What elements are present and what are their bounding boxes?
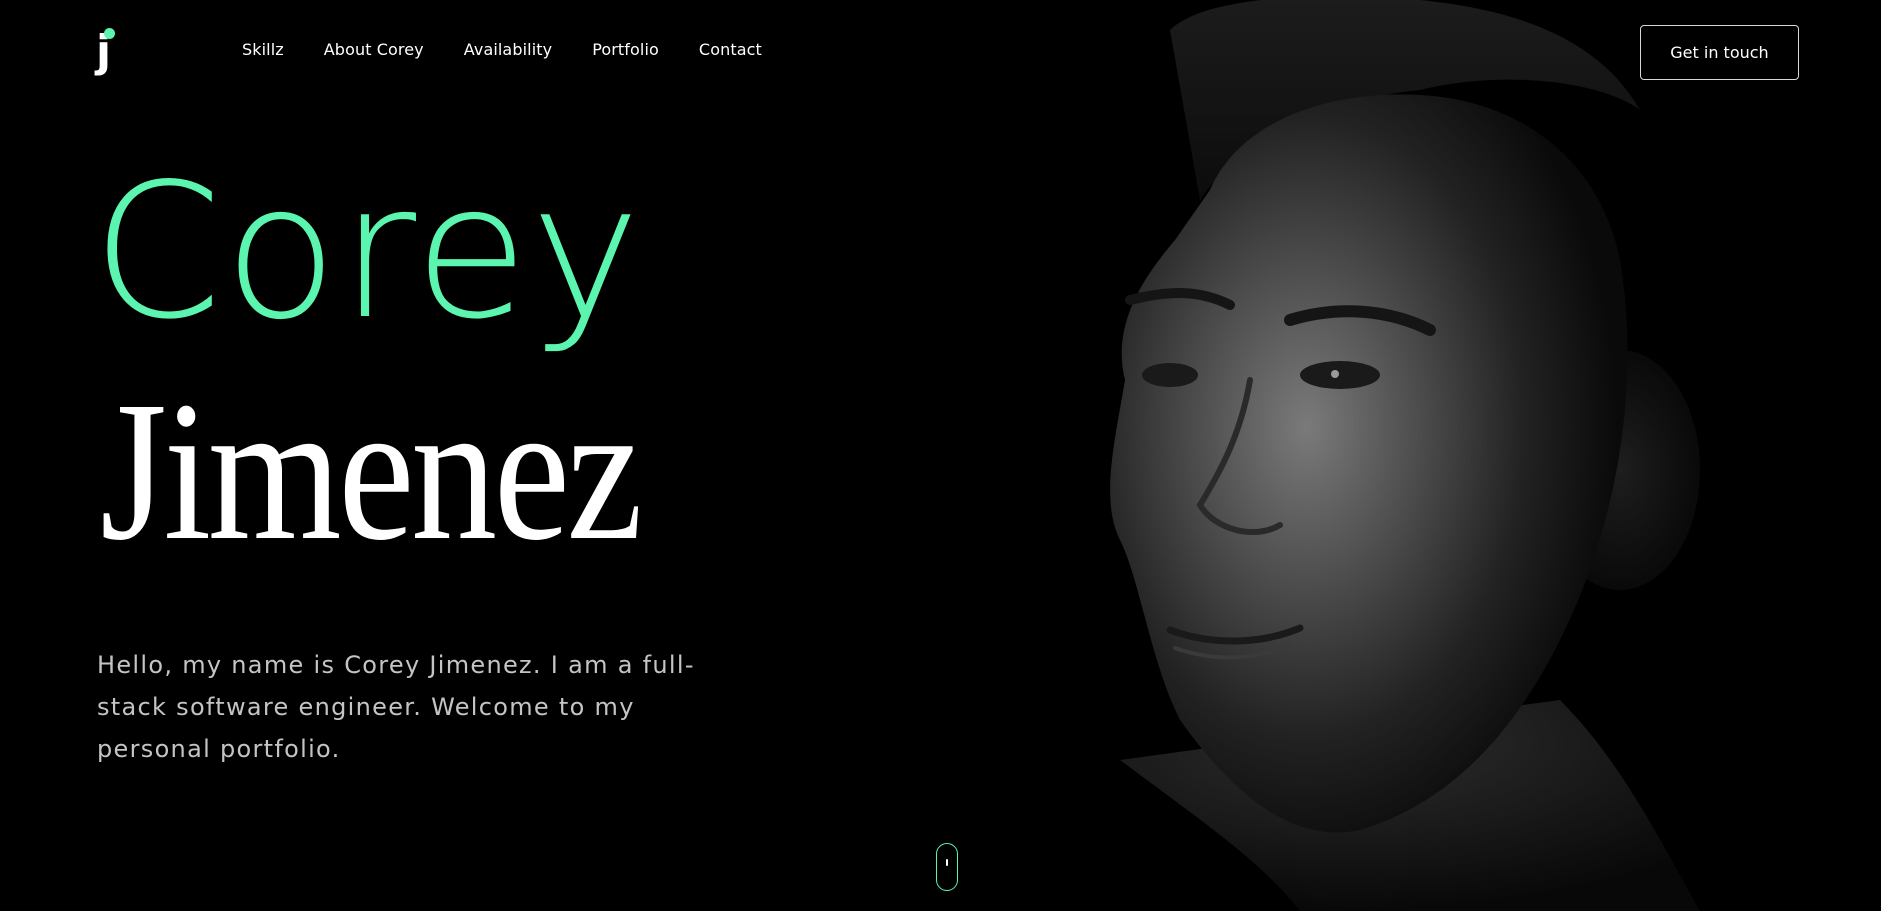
nav-item-availability[interactable]: Availability [464,40,552,59]
hero-first-name: Corey [92,143,643,360]
hero-last-name: Jimenez [100,361,643,582]
main-nav: Skillz About Corey Availability Portfoli… [242,40,802,59]
nav-item-skillz[interactable]: Skillz [242,40,284,59]
nav-item-about[interactable]: About Corey [324,40,424,59]
site-logo[interactable]: j [96,24,120,80]
portrait-photo [1000,0,1881,911]
hero-intro-text: Hello, my name is Corey Jimenez. I am a … [97,651,695,763]
nav-item-contact[interactable]: Contact [699,40,762,59]
nav-item-portfolio[interactable]: Portfolio [592,40,659,59]
get-in-touch-button[interactable]: Get in touch [1640,25,1799,80]
logo-accent-dot [104,28,115,39]
mouse-scroll-icon[interactable] [936,843,958,891]
scroll-wheel-icon [946,859,948,866]
